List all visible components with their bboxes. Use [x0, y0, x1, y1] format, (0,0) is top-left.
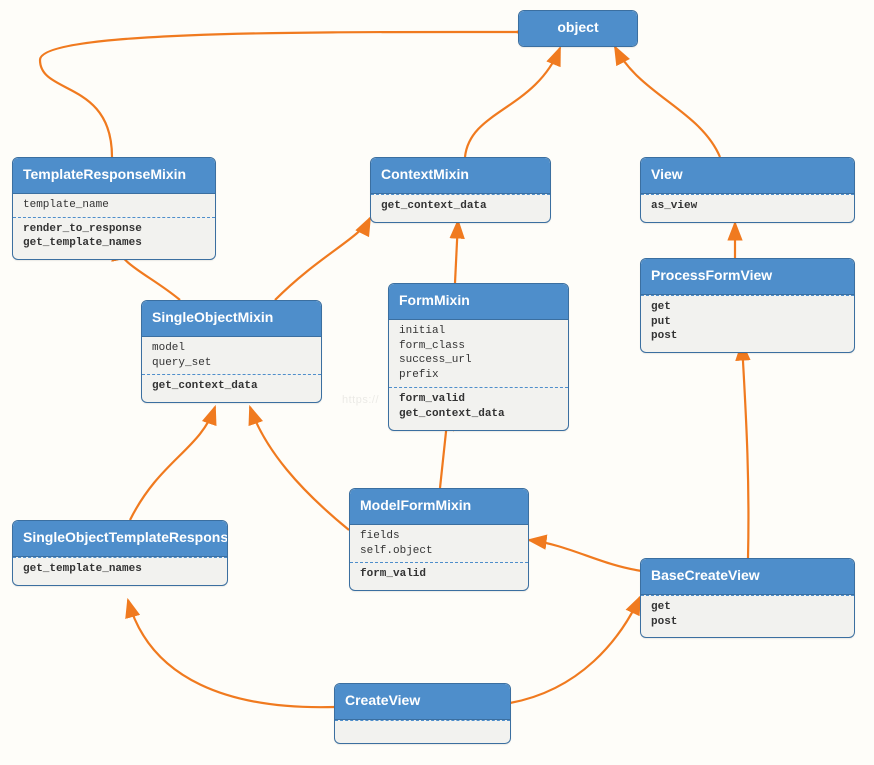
class-methods: form_validget_context_data [389, 388, 568, 430]
class-title: ModelFormMixin [350, 489, 528, 525]
class-title: SingleObjectTemplateResponseMixin [13, 521, 227, 557]
class-title: CreateView [335, 684, 510, 720]
class-form-mixin: FormMixin initialform_classsuccess_urlpr… [388, 283, 569, 431]
class-model-form-mixin: ModelFormMixin fieldsself.object form_va… [349, 488, 529, 591]
class-methods: get_context_data [371, 194, 550, 222]
class-template-response-mixin: TemplateResponseMixin template_name rend… [12, 157, 216, 260]
class-title: SingleObjectMixin [142, 301, 321, 337]
class-title: View [641, 158, 854, 194]
class-attributes: initialform_classsuccess_urlprefix [389, 320, 568, 388]
class-attributes: template_name [13, 194, 215, 218]
class-methods: get_context_data [142, 375, 321, 402]
class-title: FormMixin [389, 284, 568, 320]
class-view: View as_view [640, 157, 855, 223]
class-title: BaseCreateView [641, 559, 854, 595]
class-title: ProcessFormView [641, 259, 854, 295]
class-title: object [519, 11, 637, 46]
class-context-mixin: ContextMixin get_context_data [370, 157, 551, 223]
class-methods: form_valid [350, 563, 528, 590]
class-single-object-template-response-mixin: SingleObjectTemplateResponseMixin get_te… [12, 520, 228, 586]
class-methods: getpost [641, 595, 854, 638]
class-methods: getputpost [641, 295, 854, 353]
diagram-canvas: object TemplateResponseMixin template_na… [0, 0, 874, 765]
class-title: TemplateResponseMixin [13, 158, 215, 194]
class-object: object [518, 10, 638, 47]
class-title: ContextMixin [371, 158, 550, 194]
class-methods: get_template_names [13, 557, 227, 585]
class-methods [335, 720, 510, 743]
class-methods: render_to_responseget_template_names [13, 218, 215, 260]
class-attributes: modelquery_set [142, 337, 321, 376]
class-methods: as_view [641, 194, 854, 222]
class-create-view: CreateView [334, 683, 511, 744]
watermark-text: https:// [342, 394, 379, 406]
class-single-object-mixin: SingleObjectMixin modelquery_set get_con… [141, 300, 322, 403]
class-attributes: fieldsself.object [350, 525, 528, 564]
class-base-create-view: BaseCreateView getpost [640, 558, 855, 638]
class-process-form-view: ProcessFormView getputpost [640, 258, 855, 353]
